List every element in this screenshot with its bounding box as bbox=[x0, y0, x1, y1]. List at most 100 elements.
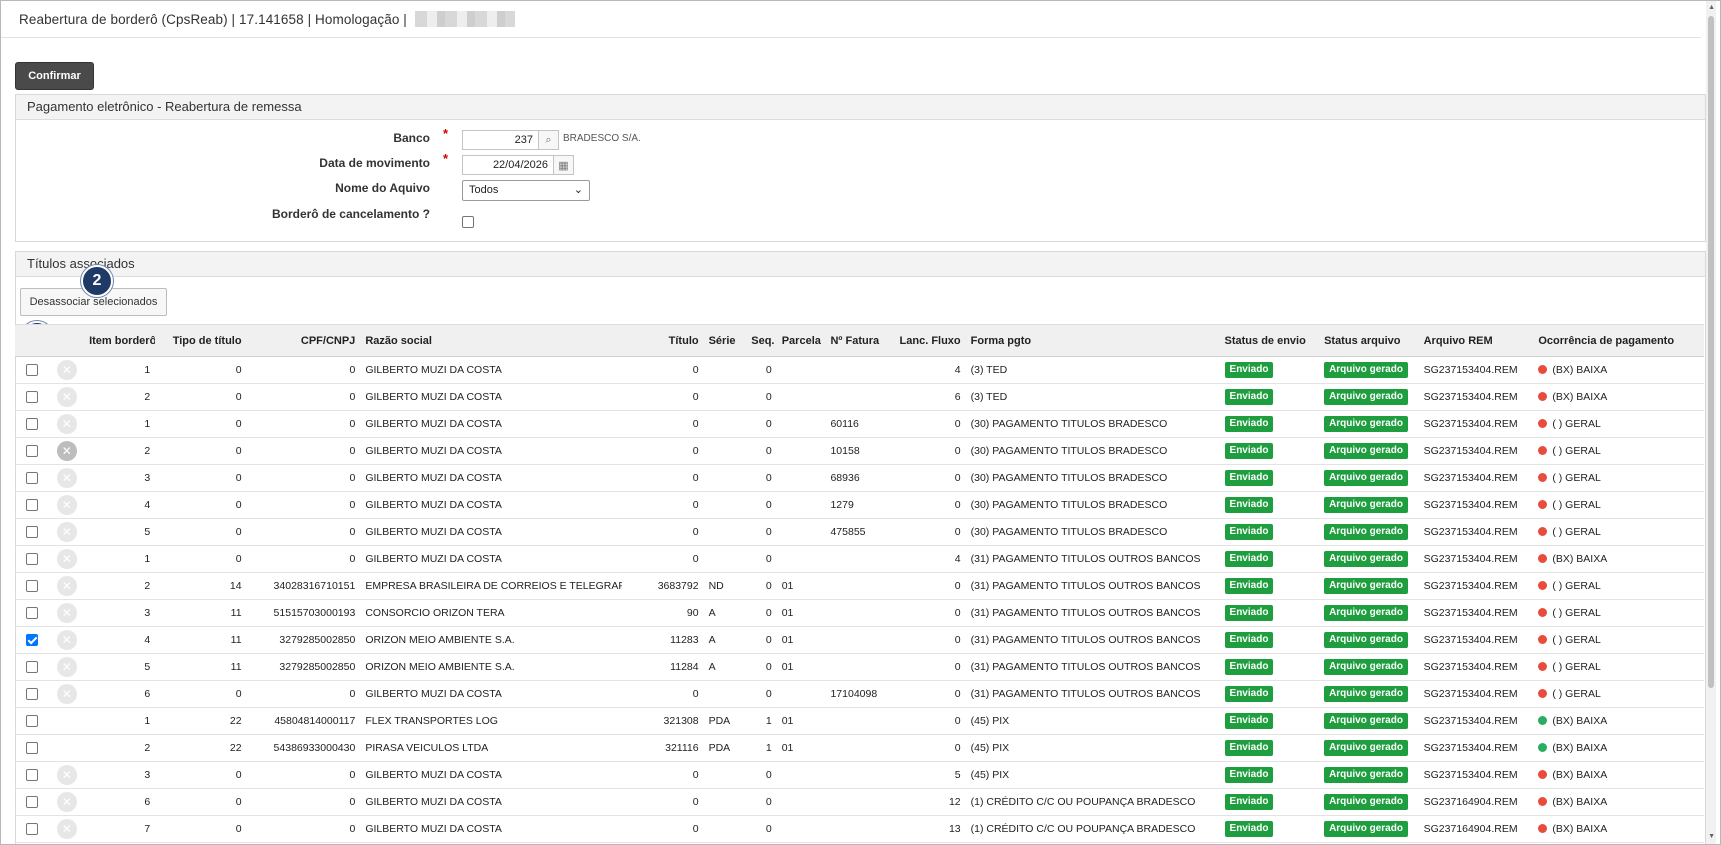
cell-status-envio: Enviado bbox=[1219, 437, 1320, 465]
remove-icon[interactable]: ✕ bbox=[56, 387, 77, 407]
header-tipo-titulo[interactable]: Tipo de título bbox=[155, 324, 247, 357]
row-select-cell bbox=[15, 437, 50, 465]
remove-icon[interactable]: ✕ bbox=[56, 684, 77, 704]
nome-arquivo-selected: Todos bbox=[469, 184, 499, 196]
table-row[interactable]: ✕ 6 0 0 GILBERTO MUZI DA COSTA 0 0 17104098 0 (31… bbox=[15, 680, 1704, 708]
scroll-up-icon[interactable]: ▲ bbox=[1708, 4, 1715, 11]
remove-icon[interactable]: ✕ bbox=[56, 468, 77, 488]
row-checkbox[interactable] bbox=[26, 580, 39, 593]
remove-icon[interactable]: ✕ bbox=[56, 657, 77, 677]
header-item-bordero[interactable]: Item borderô bbox=[84, 324, 156, 357]
row-checkbox[interactable] bbox=[26, 607, 39, 620]
table-row[interactable]: ✕ 4 11 3279285002850 ORIZON MEIO AMBIENTE S.… bbox=[15, 626, 1704, 654]
cell-serie: A bbox=[703, 653, 747, 681]
header-titulo[interactable]: Título bbox=[622, 324, 704, 357]
remove-icon[interactable]: ✕ bbox=[56, 576, 77, 596]
scrollbar-thumb[interactable] bbox=[1708, 16, 1714, 688]
table-row[interactable]: ✕ 1 0 0 GILBERTO MUZI DA COSTA 0 0 60116 0 (30) P… bbox=[15, 410, 1704, 438]
cell-tipo-titulo: 0 bbox=[155, 491, 247, 519]
bordero-cancelamento-checkbox[interactable] bbox=[462, 216, 474, 228]
header-parcela[interactable]: Parcela bbox=[776, 324, 826, 357]
row-action-cell: ✕ bbox=[49, 356, 85, 384]
banco-input[interactable]: 237 bbox=[462, 130, 539, 150]
header-arquivo-rem[interactable]: Arquivo REM bbox=[1418, 324, 1534, 357]
header-cpf-cnpj[interactable]: CPF/CNPJ bbox=[246, 324, 361, 357]
row-checkbox[interactable] bbox=[26, 823, 39, 836]
cell-item-bordero: 3 bbox=[84, 761, 156, 789]
cell-cpf-cnpj: 0 bbox=[246, 410, 361, 438]
table-row[interactable]: 2 22 54386933000430 PIRASA VEICULOS LTDA 321… bbox=[15, 734, 1704, 762]
cell-status-arquivo: Arquivo gerado bbox=[1319, 815, 1419, 843]
cell-titulo: 11283 bbox=[622, 626, 704, 654]
row-select-cell bbox=[15, 599, 50, 627]
remove-icon[interactable]: ✕ bbox=[56, 522, 77, 542]
table-row[interactable]: ✕ 3 11 51515703000193 CONSORCIO ORIZON TERA 9… bbox=[15, 599, 1704, 627]
table-row[interactable]: ✕ 2 0 0 GILBERTO MUZI DA COSTA 0 0 6 (3) TED Envi… bbox=[15, 383, 1704, 411]
data-movimento-input[interactable]: 22/04/2026 bbox=[462, 155, 554, 175]
row-checkbox[interactable] bbox=[26, 364, 39, 377]
table-row[interactable]: ✕ 4 0 0 GILBERTO MUZI DA COSTA 0 0 1279 0 (30) PA… bbox=[15, 491, 1704, 519]
header-forma-pgto[interactable]: Forma pgto bbox=[965, 324, 1220, 357]
table-row[interactable]: ✕ 5 0 0 GILBERTO MUZI DA COSTA 0 0 475855 0 (30) … bbox=[15, 518, 1704, 546]
remove-icon[interactable]: ✕ bbox=[56, 549, 77, 569]
row-checkbox[interactable] bbox=[26, 796, 39, 809]
header-razao-social[interactable]: Razão social bbox=[360, 324, 623, 357]
cell-lanc-fluxo: 0 bbox=[894, 734, 966, 762]
header-n-fatura[interactable]: Nº Fatura bbox=[825, 324, 895, 357]
row-checkbox[interactable] bbox=[26, 418, 39, 431]
table-row[interactable]: ✕ 5 11 3279285002850 ORIZON MEIO AMBIENTE S.… bbox=[15, 653, 1704, 681]
row-checkbox[interactable] bbox=[26, 445, 39, 458]
search-icon[interactable]: ⌕ bbox=[539, 130, 559, 150]
remove-icon[interactable]: ✕ bbox=[56, 819, 77, 839]
row-checkbox[interactable] bbox=[26, 553, 39, 566]
row-checkbox[interactable] bbox=[26, 742, 39, 755]
row-checkbox[interactable] bbox=[26, 634, 39, 647]
cell-cpf-cnpj: 0 bbox=[246, 518, 361, 546]
table-row[interactable]: ✕ 2 0 0 GILBERTO MUZI DA COSTA 0 0 10158 0 (30) P… bbox=[15, 437, 1704, 465]
status-envio-badge: Enviado bbox=[1224, 362, 1274, 378]
table-row[interactable]: ✕ 7 0 0 GILBERTO MUZI DA COSTA 0 0 13 (1) CRÉDIT… bbox=[15, 815, 1704, 843]
scroll-down-icon[interactable]: ▼ bbox=[1708, 833, 1715, 840]
row-checkbox[interactable] bbox=[26, 661, 39, 674]
table-row[interactable]: ✕ 1 0 0 GILBERTO MUZI DA COSTA 0 0 4 (3) TED Envi… bbox=[15, 356, 1704, 384]
table-row[interactable]: 1 22 45804814000117 FLEX TRANSPORTES LOG 321… bbox=[15, 707, 1704, 735]
header-lanc-fluxo[interactable]: Lanc. Fluxo bbox=[894, 324, 966, 357]
header-ocorrencia-pagamento[interactable]: Ocorrência de pagamento bbox=[1533, 324, 1704, 357]
table-row[interactable]: ✕ 2 14 34028316710151 EMPRESA BRASILEIRA DE … bbox=[15, 572, 1704, 600]
ocorrencia-text: ( ) GERAL bbox=[1552, 634, 1601, 646]
table-row[interactable]: ✕ 3 0 0 GILBERTO MUZI DA COSTA 0 0 68936 0 (30) P… bbox=[15, 464, 1704, 492]
row-checkbox[interactable] bbox=[26, 391, 39, 404]
remove-icon[interactable]: ✕ bbox=[56, 441, 77, 461]
cell-razao-social: GILBERTO MUZI DA COSTA bbox=[360, 680, 623, 708]
row-checkbox[interactable] bbox=[26, 526, 39, 539]
remove-icon[interactable]: ✕ bbox=[56, 603, 77, 623]
row-action-cell: ✕ bbox=[49, 437, 85, 465]
confirm-button[interactable]: Confirmar bbox=[15, 62, 94, 90]
row-checkbox[interactable] bbox=[26, 499, 39, 512]
header-seq[interactable]: Seq. bbox=[746, 324, 777, 357]
header-status-arquivo[interactable]: Status arquivo bbox=[1319, 324, 1419, 357]
row-checkbox[interactable] bbox=[26, 715, 39, 728]
status-dot-icon bbox=[1538, 689, 1548, 698]
ocorrencia-text: (BX) BAIXA bbox=[1552, 553, 1608, 565]
nome-arquivo-select[interactable]: Todos ⌄ bbox=[462, 180, 590, 201]
remove-icon[interactable]: ✕ bbox=[56, 792, 77, 812]
remove-icon[interactable]: ✕ bbox=[56, 360, 77, 380]
remove-icon[interactable]: ✕ bbox=[56, 414, 77, 434]
table-row[interactable]: ✕ 1 0 0 GILBERTO MUZI DA COSTA 0 0 4 (31) PAGAME… bbox=[15, 545, 1704, 573]
table-row[interactable]: ✕ 6 0 0 GILBERTO MUZI DA COSTA 0 0 12 (1) CRÉDIT… bbox=[15, 788, 1704, 816]
header-status-envio[interactable]: Status de envio bbox=[1219, 324, 1320, 357]
table-row[interactable]: ✕ 3 0 0 GILBERTO MUZI DA COSTA 0 0 5 (45) PIX Env… bbox=[15, 761, 1704, 789]
remove-icon[interactable]: ✕ bbox=[56, 630, 77, 650]
row-checkbox[interactable] bbox=[26, 688, 39, 701]
cell-titulo: 321116 bbox=[622, 734, 704, 762]
remove-icon[interactable]: ✕ bbox=[56, 765, 77, 785]
header-serie[interactable]: Série bbox=[703, 324, 747, 357]
remove-icon[interactable]: ✕ bbox=[56, 495, 77, 515]
calendar-icon[interactable]: ▦ bbox=[554, 155, 574, 175]
header-select bbox=[15, 324, 50, 357]
cell-cpf-cnpj: 0 bbox=[246, 356, 361, 384]
cell-serie bbox=[703, 356, 747, 384]
row-checkbox[interactable] bbox=[26, 472, 39, 485]
row-checkbox[interactable] bbox=[26, 769, 39, 782]
